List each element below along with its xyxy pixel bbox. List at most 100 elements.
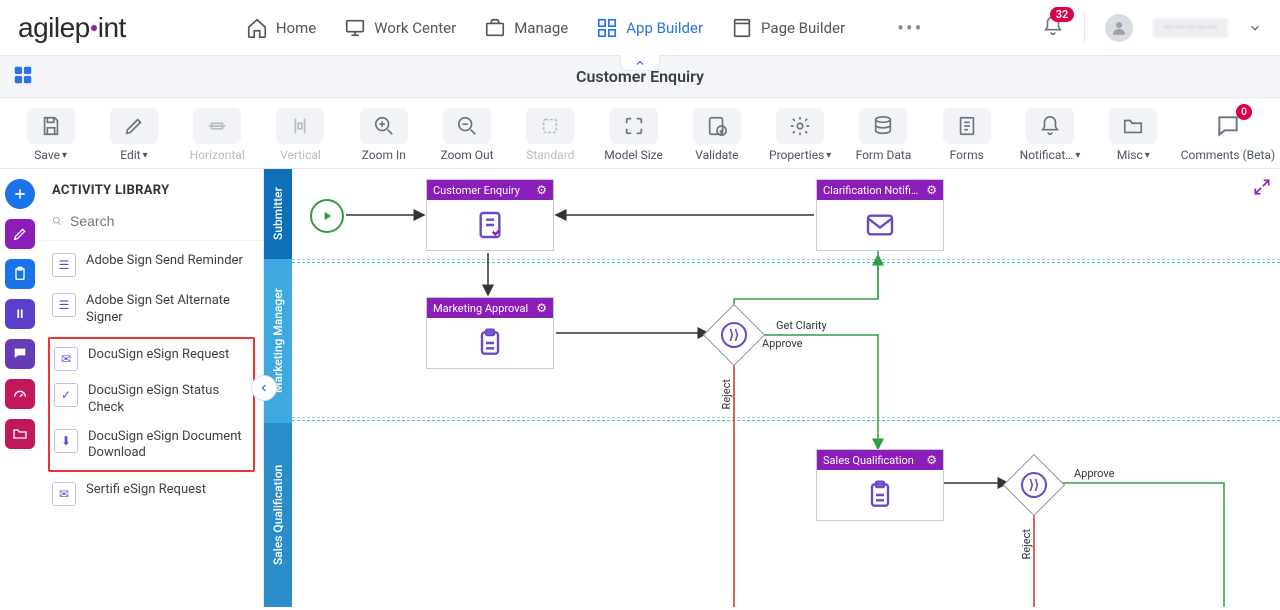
model-size-icon <box>623 115 645 137</box>
edit-button[interactable]: Edit▾ <box>97 108 170 162</box>
gateway-icon: ⟩⟩ <box>1021 472 1047 498</box>
text-tab[interactable]: II <box>5 299 35 329</box>
text-icon: II <box>16 307 23 321</box>
align-horizontal-button[interactable]: Horizontal <box>181 108 254 162</box>
nav-manage[interactable]: Manage <box>484 17 568 39</box>
highlighted-activities: ✉DocuSign eSign Request ✓DocuSign eSign … <box>48 337 255 473</box>
zoom-out-button[interactable]: Zoom Out <box>430 108 503 162</box>
gateway-sales[interactable]: ⟩⟩ <box>1003 454 1065 516</box>
edge-label-reject2: Reject <box>1020 529 1033 559</box>
forms-icon <box>956 115 978 137</box>
page-icon <box>731 17 753 39</box>
nav-home[interactable]: Home <box>246 17 316 39</box>
nav-work-center[interactable]: Work Center <box>344 17 456 39</box>
nav-manage-label: Manage <box>514 19 568 37</box>
edge-label-get-clarity: Get Clarity <box>776 319 827 332</box>
chevron-down-icon[interactable] <box>1248 21 1262 35</box>
activity-clarification[interactable]: Clarification Notifi…⚙ <box>816 179 944 251</box>
search-icon <box>52 212 62 230</box>
align-vertical-button[interactable]: Vertical <box>264 108 337 162</box>
form-icon <box>474 209 506 241</box>
gauge-icon <box>12 386 28 402</box>
apps-icon <box>12 64 34 86</box>
notifications-button[interactable]: 32 <box>1042 15 1064 41</box>
add-button[interactable] <box>5 179 35 209</box>
activity-item-docusign-status[interactable]: ✓DocuSign eSign Status Check <box>50 377 253 423</box>
chevron-up-icon <box>634 57 646 69</box>
activity-item[interactable]: ☰Adobe Sign Set Alternate Signer <box>40 285 263 335</box>
briefcase-icon <box>484 17 506 39</box>
zoom-in-button[interactable]: Zoom In <box>347 108 420 162</box>
activity-item-docusign-download[interactable]: ⬇DocuSign eSign Document Download <box>50 423 253 469</box>
activity-library-title: ACTIVITY LIBRARY <box>40 169 263 208</box>
activity-list[interactable]: ☰Adobe Sign Send Reminder ☰Adobe Sign Se… <box>40 241 263 607</box>
save-icon <box>40 115 62 137</box>
collapse-header-button[interactable] <box>620 55 660 71</box>
activity-sales-qualification[interactable]: Sales Qualification⚙ <box>816 449 944 521</box>
edge-label-reject: Reject <box>720 379 733 409</box>
brand-logo: agilepint <box>18 12 126 44</box>
chat-icon <box>12 346 28 362</box>
activity-marketing-approval[interactable]: Marketing Approval⚙ <box>426 297 554 369</box>
gateway-icon: ⟩⟩ <box>721 322 747 348</box>
activity-icon: ✉ <box>52 482 76 506</box>
comments-button[interactable]: 0 Comments (Beta) <box>1190 108 1266 162</box>
activity-item-docusign-request[interactable]: ✉DocuSign eSign Request <box>50 341 253 377</box>
nav-page-builder-label: Page Builder <box>761 19 845 37</box>
fit-icon <box>539 115 561 137</box>
process-canvas[interactable]: Submitter Marketing Manager Sales Qualif… <box>264 169 1280 607</box>
gear-icon[interactable]: ⚙ <box>536 183 547 197</box>
zoom-standard-button[interactable]: Standard <box>514 108 587 162</box>
model-size-button[interactable]: Model Size <box>597 108 670 162</box>
nav-app-builder[interactable]: App Builder <box>596 17 703 39</box>
nav-page-builder[interactable]: Page Builder <box>731 17 845 39</box>
top-nav: agilepint Home Work Center Manage App Bu… <box>0 0 1280 56</box>
home-icon <box>246 17 268 39</box>
nav-app-builder-label: App Builder <box>626 19 703 37</box>
activity-icon: ☰ <box>52 253 76 277</box>
save-button[interactable]: Save▾ <box>14 108 87 162</box>
gear-icon[interactable]: ⚙ <box>536 301 547 315</box>
notifications-button-tool[interactable]: Notificat…▾ <box>1013 108 1086 162</box>
expand-canvas-button[interactable] <box>1252 177 1272 201</box>
user-icon <box>1110 19 1128 37</box>
analytics-tab[interactable] <box>5 379 35 409</box>
apps-grid-button[interactable] <box>12 64 34 90</box>
activity-icon: ⬇ <box>54 429 78 453</box>
search-input[interactable] <box>70 213 251 229</box>
design-tab[interactable] <box>5 219 35 249</box>
validate-button[interactable]: Validate <box>680 108 753 162</box>
align-vertical-icon <box>289 115 311 137</box>
activity-item[interactable]: ☰Adobe Sign Send Reminder <box>40 245 263 285</box>
gateway-marketing[interactable]: ⟩⟩ <box>703 304 765 366</box>
activity-search[interactable] <box>40 208 263 241</box>
zoom-in-icon <box>373 115 395 137</box>
form-data-button[interactable]: Form Data <box>847 108 920 162</box>
start-node[interactable] <box>310 199 344 233</box>
misc-button[interactable]: Misc▾ <box>1097 108 1170 162</box>
collapse-panel-button[interactable] <box>251 375 277 401</box>
clipboard-icon <box>864 479 896 511</box>
gear-icon[interactable]: ⚙ <box>926 183 937 197</box>
lane-submitter[interactable]: Submitter <box>264 169 292 259</box>
play-icon <box>320 209 334 223</box>
files-tab[interactable] <box>5 419 35 449</box>
validate-icon <box>706 115 728 137</box>
avatar[interactable] <box>1105 14 1133 42</box>
title-bar: Customer Enquiry <box>0 56 1280 98</box>
lane-sales-qualification[interactable]: Sales Qualification <box>264 423 292 607</box>
gear-icon <box>789 115 811 137</box>
forms-button[interactable]: Forms <box>930 108 1003 162</box>
notifications-badge: 32 <box>1050 7 1075 22</box>
main: II ACTIVITY LIBRARY ☰Adobe Sign Send Rem… <box>0 169 1280 607</box>
properties-button[interactable]: Properties▾ <box>764 108 837 162</box>
nav-home-label: Home <box>276 19 316 37</box>
clipboard-tab[interactable] <box>5 259 35 289</box>
nav-more-icon[interactable]: ••• <box>897 16 923 40</box>
edge-label-approve2: Approve <box>1074 467 1114 480</box>
activity-customer-enquiry[interactable]: Customer Enquiry⚙ <box>426 179 554 251</box>
activity-item[interactable]: ✉Sertifi eSign Request <box>40 474 263 514</box>
clipboard-icon <box>12 266 28 282</box>
chat-tab[interactable] <box>5 339 35 369</box>
gear-icon[interactable]: ⚙ <box>926 453 937 467</box>
